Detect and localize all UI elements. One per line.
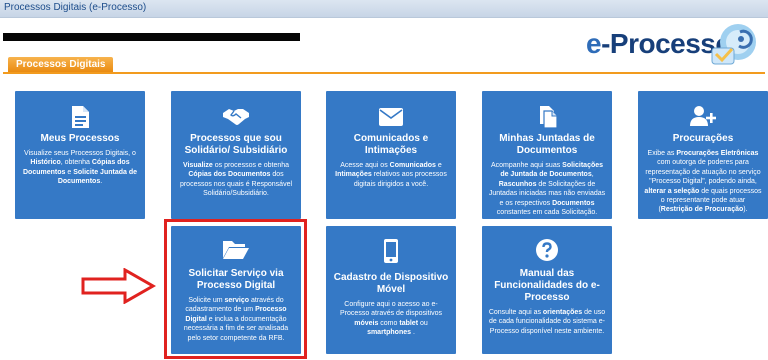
window-title-bar: Processos Digitais (e-Processo): [0, 0, 768, 18]
card-description: Visualize os processos e obtenha Cópias …: [179, 162, 293, 198]
card-description: Exibe as Procurações Eletrônicas com out…: [644, 150, 762, 214]
arrow-right-icon: [81, 268, 156, 304]
handshake-icon: [223, 109, 249, 125]
card-description: Consulte aqui as orientações de uso de c…: [488, 309, 606, 335]
card-description: Acesse aqui os Comunicados e Intimações …: [335, 162, 447, 188]
highlight-box: [164, 219, 307, 359]
card-title: Cadastro de Dispositivo Móvel: [333, 272, 449, 295]
card-minhas-juntadas[interactable]: Minhas Juntadas de Documentos Acompanhe …: [482, 91, 612, 219]
help-icon: [536, 239, 558, 261]
card-manual-funcionalidades[interactable]: Manual das Funcionalidades do e-Processo…: [482, 226, 612, 354]
card-processos-solidario[interactable]: Processos que sou Solidário/ Subsidiário…: [171, 91, 301, 219]
card-title: Comunicados e Intimações: [353, 133, 429, 156]
card-title: Manual das Funcionalidades do e-Processo: [494, 268, 600, 303]
mobile-phone-icon: [384, 239, 398, 263]
envelope-icon: [379, 108, 403, 126]
card-description: Configure aqui o acesso ao e-Processo at…: [340, 301, 442, 337]
documents-icon: [540, 106, 558, 129]
card-comunicados-intimacoes[interactable]: Comunicados e Intimações Acesse aqui os …: [326, 91, 456, 219]
document-icon: [72, 106, 89, 128]
window-title: Processos Digitais (e-Processo): [4, 2, 147, 13]
redacted-header-text: [3, 33, 300, 41]
tab-processos-digitais[interactable]: Processos Digitais: [8, 57, 114, 72]
card-title: Meus Processos: [40, 133, 120, 144]
card-cadastro-dispositivo[interactable]: Cadastro de Dispositivo Móvel Configure …: [326, 226, 456, 354]
card-procuracoes[interactable]: Procurações Exibe as Procurações Eletrôn…: [638, 91, 768, 219]
card-meus-processos[interactable]: Meus Processos Visualize seus Processos …: [15, 91, 145, 219]
card-description: Acompanhe aqui suas Solicitações de Junt…: [488, 162, 606, 217]
card-title: Procurações: [672, 133, 734, 144]
card-title: Minhas Juntadas de Documentos: [499, 133, 595, 156]
section-tab-bar: Processos Digitais: [3, 57, 765, 74]
user-add-icon: [690, 106, 716, 126]
card-title: Processos que sou Solidário/ Subsidiário: [184, 133, 288, 156]
card-description: Visualize seus Processos Digitais, o His…: [23, 150, 137, 186]
